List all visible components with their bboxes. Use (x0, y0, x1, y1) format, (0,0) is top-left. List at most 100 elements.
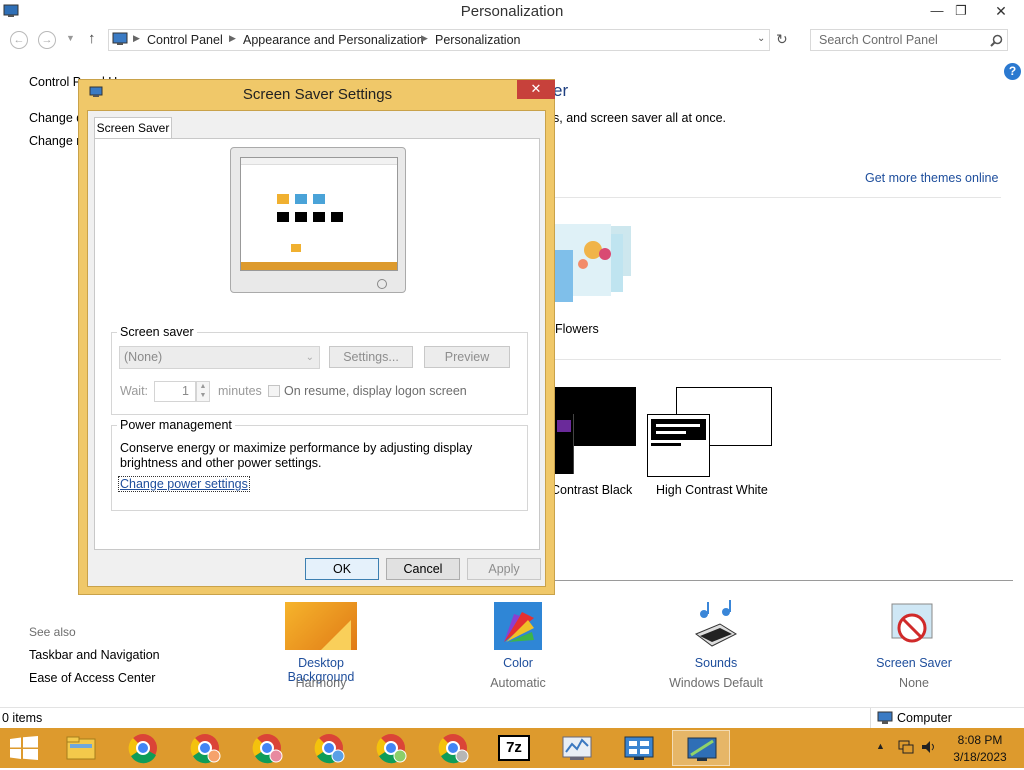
clock-date[interactable]: 3/18/2023 (944, 750, 1016, 764)
breadcrumb-control-panel[interactable]: Control Panel (147, 33, 223, 47)
up-arrow-icon[interactable]: ↑ (88, 30, 96, 47)
control-panel-icon (112, 32, 128, 45)
search-placeholder: Search Control Panel (819, 33, 938, 47)
forward-button[interactable]: → (38, 31, 56, 49)
recent-pages-chevron-icon[interactable]: ▼ (66, 33, 75, 43)
taskbar-chrome-5[interactable] (362, 730, 420, 766)
computer-icon (877, 711, 893, 724)
screen-saver-value: None (899, 676, 929, 690)
show-hidden-icons-icon[interactable]: ▲ (876, 741, 885, 751)
taskbar-chrome-3[interactable] (238, 730, 296, 766)
screen-saver-group-label: Screen saver (117, 325, 197, 339)
network-icon[interactable] (898, 739, 914, 755)
screen-saver-dialog: Screen Saver Settings ✕ Screen Saver Scr… (78, 79, 555, 595)
get-more-themes-link[interactable]: Get more themes online (865, 171, 998, 185)
taskbar-performance-monitor[interactable] (548, 730, 606, 766)
taskbar-7zip[interactable]: 7z (486, 730, 544, 766)
crumb-separator-icon: ▶ (133, 33, 140, 43)
crumb-separator-icon: ▶ (229, 33, 236, 43)
sounds-link[interactable]: Sounds (666, 656, 766, 670)
monitor-preview (230, 147, 406, 293)
back-button[interactable]: ← (10, 31, 28, 49)
taskbar-control-panel[interactable] (610, 730, 668, 766)
settings-button[interactable]: Settings... (329, 346, 413, 368)
theme-list-bottom-border (553, 580, 1013, 581)
high-contrast-white-label: High Contrast White (656, 483, 768, 497)
help-icon[interactable]: ? (1004, 63, 1021, 80)
monitor-power-icon (377, 279, 387, 289)
tab-panel: Screen saver (None) ⌄ Settings... Previe… (94, 138, 540, 550)
volume-icon[interactable] (920, 739, 936, 755)
color-value: Automatic (490, 676, 546, 690)
power-description-line2: brightness and other power settings. (120, 456, 322, 470)
flowers-theme-label: Flowers (555, 322, 599, 336)
ok-button[interactable]: OK (305, 558, 379, 580)
screen-saver-icon[interactable] (888, 602, 940, 650)
desktop-background-thumbnail[interactable] (285, 602, 357, 650)
seven-zip-icon: 7z (498, 735, 530, 761)
cancel-button[interactable]: Cancel (386, 558, 460, 580)
breadcrumb-personalization[interactable]: Personalization (435, 33, 520, 47)
power-management-label: Power management (117, 418, 235, 432)
apply-button[interactable]: Apply (467, 558, 541, 580)
themes-divider-2 (553, 359, 1001, 360)
address-bar[interactable]: ▶ Control Panel ▶ Appearance and Persona… (108, 29, 770, 51)
tab-screen-saver[interactable]: Screen Saver (94, 117, 172, 139)
taskbar-chrome-1[interactable] (114, 730, 172, 766)
dialog-close-button[interactable]: ✕ (517, 80, 555, 99)
ease-of-access-link[interactable]: Ease of Access Center (29, 671, 155, 685)
power-description-line1: Conserve energy or maximize performance … (120, 441, 473, 455)
color-palette-icon[interactable] (494, 602, 542, 650)
breadcrumb-appearance[interactable]: Appearance and Personalization (243, 33, 424, 47)
screen-saver-link[interactable]: Screen Saver (864, 656, 964, 670)
preview-button[interactable]: Preview (424, 346, 510, 368)
taskbar-navigation-link[interactable]: Taskbar and Navigation (29, 648, 160, 662)
taskbar-chrome-6[interactable] (424, 730, 482, 766)
file-explorer-icon (66, 736, 96, 760)
change-power-settings-link[interactable]: Change power settings (118, 476, 250, 492)
chrome-profile-icon (314, 734, 345, 764)
see-also-heading: See also (29, 625, 76, 639)
status-divider (870, 708, 871, 728)
taskbar-personalization-active[interactable] (672, 730, 730, 766)
start-windows-icon[interactable] (10, 736, 38, 760)
high-contrast-white-window-preview (647, 414, 710, 477)
close-button[interactable]: ✕ (984, 0, 1018, 22)
resume-logon-checkbox[interactable] (268, 385, 280, 397)
status-bar: 0 items Computer (0, 707, 1024, 728)
contrast-black-window-preview (553, 414, 574, 474)
chrome-profile-icon (376, 734, 407, 764)
search-icon[interactable] (990, 34, 1003, 47)
crumb-separator-icon: ▶ (421, 33, 428, 43)
personalization-taskbar-icon (687, 737, 717, 761)
chrome-profile-icon (252, 734, 283, 764)
contrast-black-label: Contrast Black (551, 483, 633, 497)
taskbar-chrome-2[interactable] (176, 730, 234, 766)
items-count: 0 items (2, 711, 43, 725)
performance-monitor-icon (562, 736, 592, 760)
chrome-profile-icon (190, 734, 221, 764)
wait-minutes-input[interactable]: 1 (154, 381, 196, 402)
themes-divider (553, 197, 1001, 198)
control-panel-taskbar-icon (624, 736, 654, 760)
computer-label: Computer (897, 711, 952, 725)
refresh-icon[interactable]: ↻ (776, 31, 788, 48)
desktop-background-value: Harmony (295, 676, 347, 690)
clock-time[interactable]: 8:08 PM (944, 733, 1016, 747)
screen-saver-select[interactable]: (None) ⌄ (119, 346, 320, 369)
taskbar-file-explorer[interactable] (52, 730, 110, 766)
search-input[interactable]: Search Control Panel (810, 29, 1008, 51)
address-dropdown-icon[interactable]: ⌄ (757, 33, 765, 44)
page-subtitle: s, and screen saver all at once. (553, 111, 727, 125)
screen-saver-selected-value: (None) (124, 350, 163, 364)
taskbar-chrome-4[interactable] (300, 730, 358, 766)
dialog-body: Screen Saver Screen saver (None) ⌄ Setti… (87, 110, 546, 587)
wait-spinner[interactable]: ▲ ▼ (196, 381, 210, 402)
restore-button[interactable]: ❐ (944, 0, 978, 22)
color-link[interactable]: Color (468, 656, 568, 670)
chrome-profile-icon (438, 734, 469, 764)
sounds-icon[interactable] (690, 600, 742, 652)
wait-label: Wait: (120, 384, 149, 398)
dialog-title: Screen Saver Settings (242, 86, 393, 103)
flowers-theme-thumbnail[interactable] (553, 220, 635, 302)
